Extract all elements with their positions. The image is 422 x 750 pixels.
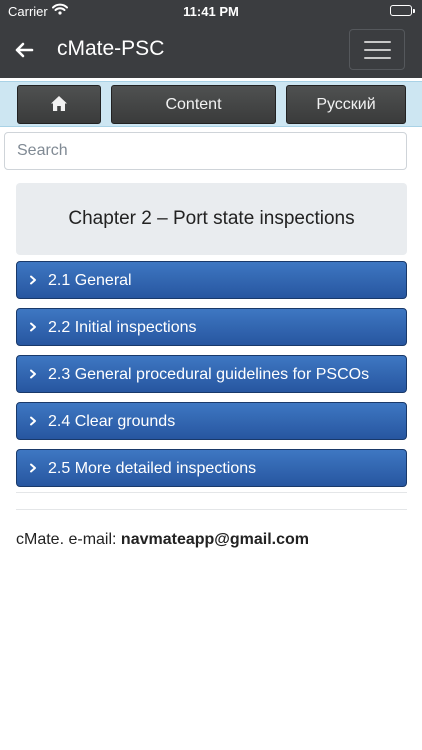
clock: 11:41 PM bbox=[183, 4, 239, 19]
section-button-2-3[interactable]: 2.3 General procedural guidelines for PS… bbox=[16, 355, 407, 393]
section-button-2-4[interactable]: 2.4 Clear grounds bbox=[16, 402, 407, 440]
battery-icon bbox=[390, 5, 415, 16]
contact-prefix: cMate. e-mail: bbox=[16, 531, 121, 548]
section-label: 2.3 General procedural guidelines for PS… bbox=[48, 366, 370, 383]
app-title: cMate-PSC bbox=[57, 37, 165, 60]
section-label: 2.5 More detailed inspections bbox=[48, 460, 257, 477]
section-label: 2.2 Initial inspections bbox=[48, 319, 197, 336]
chevron-right-icon bbox=[30, 275, 36, 285]
hamburger-menu-icon[interactable] bbox=[349, 29, 405, 70]
contact-email[interactable]: navmateapp@gmail.com bbox=[121, 531, 309, 548]
section-label: 2.4 Clear grounds bbox=[48, 413, 176, 430]
chapter-title: Chapter 2 – Port state inspections bbox=[16, 183, 407, 255]
section-button-2-1[interactable]: 2.1 General bbox=[16, 261, 407, 299]
divider bbox=[16, 492, 407, 493]
section-button-2-2[interactable]: 2.2 Initial inspections bbox=[16, 308, 407, 346]
chevron-right-icon bbox=[30, 463, 36, 473]
content-button[interactable]: Content bbox=[111, 85, 276, 124]
language-button[interactable]: Русский bbox=[286, 85, 406, 124]
section-button-2-5[interactable]: 2.5 More detailed inspections bbox=[16, 449, 407, 487]
navigation-strip: Content Русский bbox=[0, 81, 422, 127]
chevron-right-icon bbox=[30, 322, 36, 332]
search-input[interactable] bbox=[4, 132, 407, 170]
home-icon bbox=[51, 96, 67, 111]
back-arrow-icon[interactable] bbox=[12, 38, 36, 62]
home-button[interactable] bbox=[17, 85, 101, 124]
contact-footer: cMate. e-mail: navmateapp@gmail.com bbox=[16, 531, 309, 549]
chevron-right-icon bbox=[30, 416, 36, 426]
chevron-right-icon bbox=[30, 369, 36, 379]
divider bbox=[16, 509, 407, 510]
app-bar: cMate-PSC bbox=[0, 22, 422, 78]
section-label: 2.1 General bbox=[48, 272, 132, 289]
status-bar: Carrier 11:41 PM bbox=[0, 0, 422, 22]
